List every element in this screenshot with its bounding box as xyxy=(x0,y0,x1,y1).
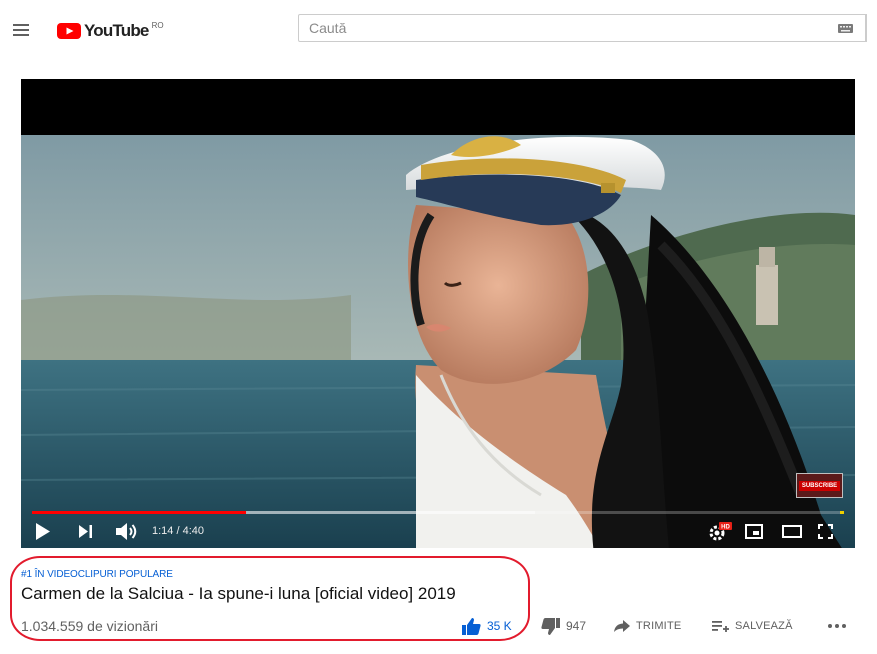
search-box[interactable] xyxy=(298,14,866,42)
subscribe-badge[interactable]: SUBSCRIBE xyxy=(796,473,843,498)
save-button[interactable]: SALVEAZĂ xyxy=(712,617,793,635)
search-button-edge[interactable] xyxy=(866,14,877,42)
share-label: TRIMITE xyxy=(636,620,682,632)
view-count: 1.034.559 de vizionări xyxy=(21,618,158,634)
theater-mode-icon[interactable] xyxy=(782,525,802,538)
dislike-button[interactable]: 947 xyxy=(541,617,586,635)
like-count: 35 K xyxy=(487,619,512,633)
country-code: RO xyxy=(151,21,164,30)
play-icon[interactable] xyxy=(35,523,51,540)
logo-wordmark: YouTube xyxy=(84,21,149,40)
keyboard-icon[interactable] xyxy=(838,24,853,33)
masthead: YouTube RO xyxy=(0,0,877,62)
svg-text:HD: HD xyxy=(721,525,730,531)
next-icon[interactable] xyxy=(79,525,93,538)
miniplayer-icon[interactable] xyxy=(745,524,763,539)
playlist-add-icon xyxy=(712,621,729,632)
share-button[interactable]: TRIMITE xyxy=(614,617,681,635)
time-display: 1:14 / 4:40 xyxy=(152,525,204,537)
player-controls: 1:14 / 4:40 HD xyxy=(21,516,855,548)
search-input[interactable] xyxy=(309,15,809,41)
video-title: Carmen de la Salciua - Ia spune-i luna [… xyxy=(21,584,456,603)
video-player[interactable]: SUBSCRIBE 1:14 / 4:40 HD xyxy=(21,79,855,548)
thumbs-up-icon xyxy=(462,617,481,635)
youtube-logo[interactable]: YouTube RO xyxy=(57,21,164,41)
hamburger-menu-icon[interactable] xyxy=(13,24,29,36)
progress-played xyxy=(32,511,247,514)
subscribe-badge-label: SUBSCRIBE xyxy=(798,480,841,491)
super-title-link[interactable]: #1 ÎN VIDEOCLIPURI POPULARE xyxy=(21,569,173,580)
thumbs-down-icon xyxy=(541,617,560,635)
more-actions-button[interactable] xyxy=(828,617,846,635)
save-label: SALVEAZĂ xyxy=(735,620,793,632)
share-arrow-icon xyxy=(614,620,630,632)
like-button[interactable]: 35 K xyxy=(462,617,512,635)
progress-bar[interactable] xyxy=(32,511,844,514)
progress-end-marker xyxy=(840,511,844,514)
settings-hd-icon[interactable]: HD xyxy=(709,522,733,542)
video-frame[interactable] xyxy=(21,135,855,548)
dislike-count: 947 xyxy=(566,619,587,633)
fullscreen-icon[interactable] xyxy=(818,524,833,539)
youtube-play-logo-icon xyxy=(57,23,81,39)
more-horizontal-icon xyxy=(828,624,846,628)
volume-icon[interactable] xyxy=(116,523,139,540)
